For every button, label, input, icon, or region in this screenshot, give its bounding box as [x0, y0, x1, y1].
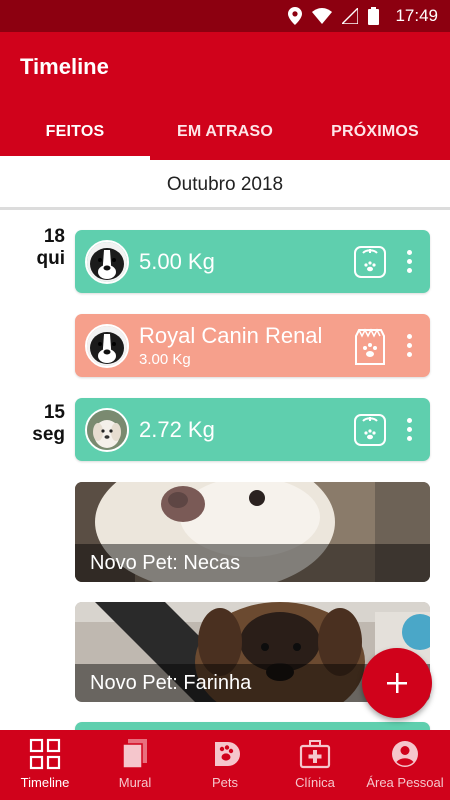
- food-quantity: 3.00 Kg: [139, 351, 191, 368]
- scale-icon: [350, 410, 390, 450]
- account-icon: [390, 738, 420, 770]
- pet-avatar: [85, 239, 129, 284]
- pages-icon: [121, 738, 149, 770]
- day-label: 15 seg: [10, 402, 65, 446]
- nav-label: Área Pessoal: [366, 775, 444, 790]
- signal-icon: [342, 8, 359, 24]
- first-aid-icon: [299, 738, 331, 770]
- day-weekday: qui: [36, 248, 66, 269]
- tab-em-atraso[interactable]: EM ATRASO: [150, 108, 300, 160]
- day-weekday: seg: [32, 424, 65, 445]
- add-entry-button[interactable]: [362, 648, 432, 718]
- grid-icon: [29, 738, 61, 770]
- food-entry-card[interactable]: Royal Canin Renal 3.00 Kg: [75, 314, 430, 377]
- food-name: Royal Canin Renal: [139, 323, 323, 348]
- nav-label: Pets: [211, 775, 238, 790]
- nav-pets[interactable]: Pets: [180, 730, 270, 800]
- nav-mural[interactable]: Mural: [90, 730, 180, 800]
- month-header: Outubro 2018: [0, 160, 450, 210]
- tab-label: FEITOS: [45, 123, 105, 140]
- bottom-navigation: Timeline Mural Pets Clínica Área Pessoal: [0, 730, 450, 800]
- timeline-card-partial[interactable]: [75, 722, 430, 730]
- day-number: 15: [43, 402, 65, 423]
- weight-value: 2.72 Kg: [139, 416, 215, 442]
- nav-label: Mural: [118, 775, 152, 790]
- status-time: 17:49: [395, 6, 438, 25]
- tab-label: EM ATRASO: [176, 123, 274, 140]
- battery-icon: [368, 7, 380, 25]
- weight-entry-card[interactable]: 2.72 Kg: [75, 398, 430, 461]
- location-icon: [288, 7, 303, 25]
- nav-area-pessoal[interactable]: Área Pessoal: [360, 730, 450, 800]
- weight-value: 5.00 Kg: [139, 248, 215, 274]
- new-pet-caption: Novo Pet: Necas: [75, 544, 430, 582]
- pet-avatar: [85, 407, 129, 452]
- tab-proximos[interactable]: PRÓXIMOS: [300, 108, 450, 160]
- new-pet-card[interactable]: Novo Pet: Necas: [75, 482, 430, 582]
- tab-bar: FEITOS EM ATRASO PRÓXIMOS: [0, 108, 450, 160]
- weight-entry-card[interactable]: 5.00 Kg: [75, 230, 430, 293]
- paw-icon: [210, 738, 240, 770]
- page-title: Timeline: [20, 54, 109, 79]
- nav-clinica[interactable]: Clínica: [270, 730, 360, 800]
- day-number: 18: [43, 226, 65, 247]
- nav-label: Timeline: [20, 775, 70, 790]
- pet-avatar: [85, 323, 129, 368]
- nav-timeline[interactable]: Timeline: [0, 730, 90, 800]
- status-bar: 17:49: [0, 0, 450, 32]
- wifi-icon: [312, 8, 333, 24]
- app-bar: Timeline FEITOS EM ATRASO PRÓXIMOS: [0, 32, 450, 160]
- more-options-icon[interactable]: [396, 326, 422, 366]
- day-label: 18 qui: [10, 226, 66, 270]
- more-options-icon[interactable]: [396, 410, 422, 450]
- scale-icon: [350, 242, 390, 282]
- tab-feitos[interactable]: FEITOS: [0, 108, 150, 160]
- nav-label: Clínica: [295, 775, 335, 790]
- food-bag-icon: [350, 326, 390, 366]
- plus-icon: [387, 673, 407, 693]
- more-options-icon[interactable]: [396, 242, 422, 282]
- tab-label: PRÓXIMOS: [331, 123, 419, 140]
